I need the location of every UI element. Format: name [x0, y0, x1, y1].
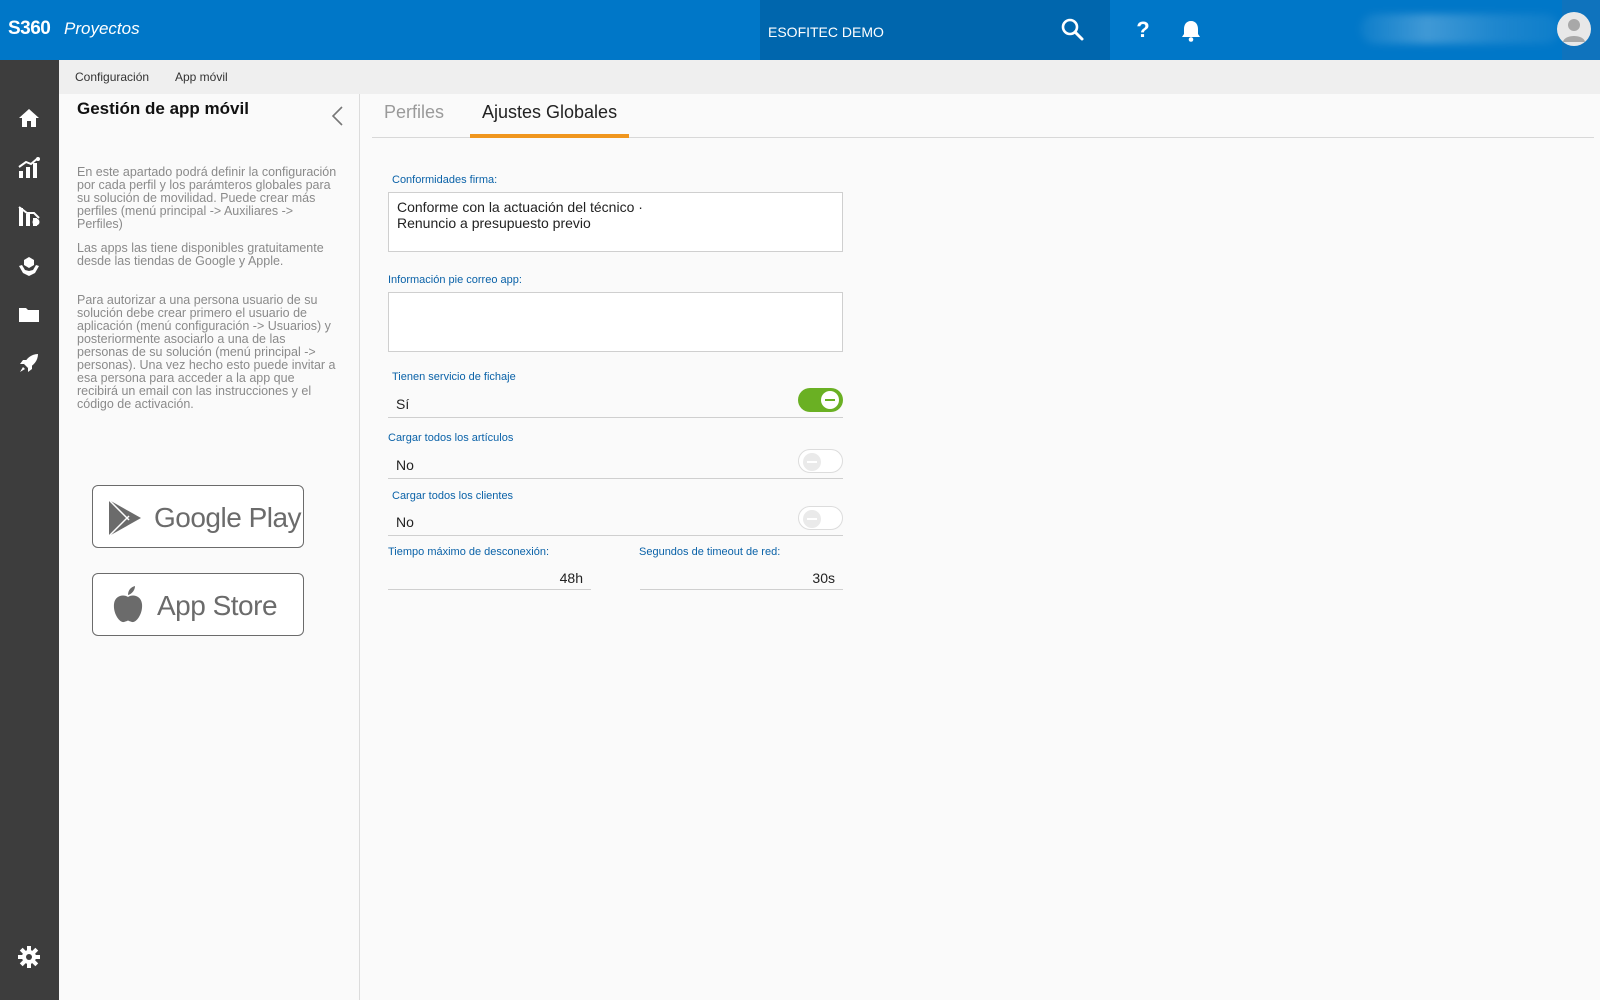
google-play-badge[interactable]: Google Play [92, 485, 304, 548]
brand-logo[interactable]: S360 [8, 18, 51, 40]
help-icon[interactable]: ? [1131, 17, 1155, 43]
hands-icon[interactable] [17, 254, 41, 278]
google-play-label: Google Play [154, 502, 302, 533]
search-icon[interactable] [1060, 17, 1086, 43]
pie-correo-label: Información pie correo app: [388, 274, 522, 286]
chart-icon[interactable] [17, 156, 41, 180]
gear-icon[interactable] [17, 945, 41, 969]
desconexion-label: Tiempo máximo de desconexión: [388, 546, 550, 558]
user-name-blurred [1360, 14, 1560, 44]
left-navigation [0, 60, 59, 1000]
top-bar: S360 Proyectos ESOFITEC DEMO ? [0, 0, 1600, 60]
breadcrumb-configuracion[interactable]: Configuración [75, 70, 149, 84]
desconexion-input[interactable]: 48h [388, 564, 591, 590]
clientes-label: Cargar todos los clientes [392, 490, 514, 502]
articulos-label: Cargar todos los artículos [388, 432, 514, 444]
tab-bar: Perfiles Ajustes Globales [372, 94, 1594, 138]
timeout-input[interactable]: 30s [640, 564, 843, 590]
info-paragraph: Para autorizar a una persona usuario de … [77, 293, 336, 411]
user-avatar-icon[interactable] [1557, 12, 1591, 46]
info-paragraph: En este apartado podrá definir la config… [77, 165, 337, 231]
clientes-field: No [388, 506, 843, 536]
pie-correo-textarea[interactable] [388, 292, 843, 352]
analytics-icon[interactable] [17, 204, 41, 228]
google-play-icon [105, 498, 145, 543]
product-name: Proyectos [64, 19, 140, 38]
fichaje-toggle[interactable] [798, 388, 843, 412]
conformidades-textarea[interactable]: Conforme con la actuación del técnico · … [388, 192, 843, 252]
fichaje-value: Sí [396, 396, 410, 412]
articulos-value: No [396, 457, 414, 473]
app-store-label: App Store [157, 590, 278, 621]
clientes-toggle[interactable] [798, 506, 843, 530]
timeout-label: Segundos de timeout de red: [639, 546, 781, 558]
company-name: ESOFITEC DEMO [768, 24, 884, 40]
toggle-knob [803, 453, 821, 471]
breadcrumb-app-movil[interactable]: App móvil [175, 70, 228, 84]
articulos-toggle[interactable] [798, 449, 843, 473]
notifications-bell-icon[interactable] [1180, 19, 1202, 43]
apple-icon [111, 584, 145, 629]
rocket-icon[interactable] [17, 351, 41, 375]
info-paragraph: Las apps las tiene disponibles gratuitam… [77, 241, 324, 268]
collapse-panel-chevron-left-icon[interactable] [329, 104, 347, 128]
conformidades-label: Conformidades firma: [392, 174, 498, 186]
breadcrumb: Configuración App móvil [59, 60, 1600, 94]
fichaje-label: Tienen servicio de fichaje [392, 371, 516, 383]
panel-title: Gestión de app móvil [77, 99, 249, 118]
tab-ajustes-globales[interactable]: Ajustes Globales [470, 102, 630, 138]
clientes-value: No [396, 514, 414, 530]
articulos-field: No [388, 449, 843, 479]
info-panel: Gestión de app móvil En este apartado po… [59, 94, 360, 1000]
folder-icon[interactable] [17, 303, 41, 327]
company-selector[interactable]: ESOFITEC DEMO [760, 0, 1110, 60]
toggle-knob [821, 391, 839, 409]
toggle-knob [803, 510, 821, 528]
tab-perfiles[interactable]: Perfiles [372, 102, 456, 138]
fichaje-field: Sí [388, 388, 843, 418]
home-icon[interactable] [17, 106, 41, 130]
app-store-badge[interactable]: App Store [92, 573, 304, 636]
